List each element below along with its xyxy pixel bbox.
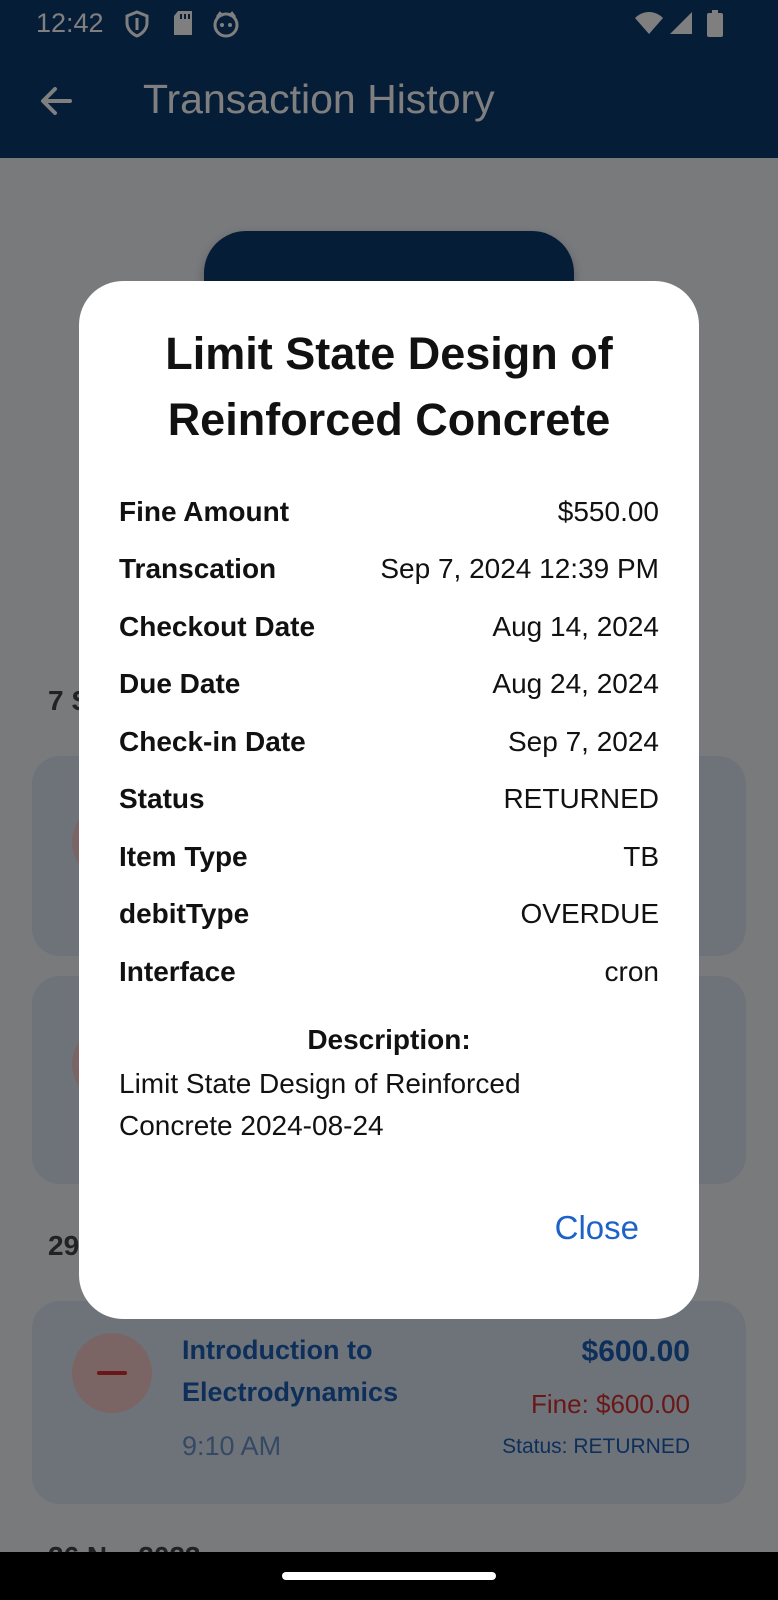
detail-label: Status: [119, 783, 205, 814]
detail-row-transaction: Transcation Sep 7, 2024 12:39 PM: [119, 553, 659, 593]
detail-row-debit-type: debitType OVERDUE: [119, 898, 659, 938]
detail-value: RETURNED: [503, 783, 659, 814]
detail-value: Aug 24, 2024: [492, 668, 659, 699]
detail-value: Sep 7, 2024 12:39 PM: [380, 553, 659, 584]
detail-row-due-date: Due Date Aug 24, 2024: [119, 668, 659, 708]
close-button[interactable]: Close: [555, 1209, 639, 1247]
detail-value: TB: [623, 841, 659, 872]
detail-label: Due Date: [119, 668, 241, 699]
detail-value: $550.00: [557, 496, 659, 527]
detail-label: Fine Amount: [119, 496, 290, 527]
detail-row-status: Status RETURNED: [119, 783, 659, 823]
home-gesture-handle[interactable]: [282, 1572, 496, 1580]
detail-row-item-type: Item Type TB: [119, 841, 659, 881]
detail-value: cron: [604, 956, 659, 987]
detail-label: Item Type: [119, 841, 248, 872]
detail-row-interface: Interface cron: [119, 956, 659, 996]
detail-value: Sep 7, 2024: [507, 726, 659, 757]
detail-row-check-in-date: Check-in Date Sep 7, 2024: [119, 726, 659, 766]
detail-value: OVERDUE: [520, 898, 659, 929]
detail-row-fine-amount: Fine Amount $550.00: [119, 496, 659, 536]
navigation-bar: [0, 1552, 778, 1600]
detail-label: Interface: [119, 956, 236, 987]
detail-value: Aug 14, 2024: [492, 611, 659, 642]
detail-label: Transcation: [119, 553, 277, 584]
detail-label: debitType: [119, 898, 250, 929]
transaction-detail-dialog: Limit State Design of Reinforced Concret…: [79, 281, 699, 1319]
description-text: Limit State Design of Reinforced Concret…: [119, 1068, 521, 1141]
detail-row-checkout-date: Checkout Date Aug 14, 2024: [119, 611, 659, 651]
detail-label: Checkout Date: [119, 611, 316, 642]
dialog-title: Limit State Design of Reinforced Concret…: [165, 328, 613, 445]
detail-label: Check-in Date: [119, 726, 306, 757]
description-label: Description:: [307, 1024, 471, 1055]
